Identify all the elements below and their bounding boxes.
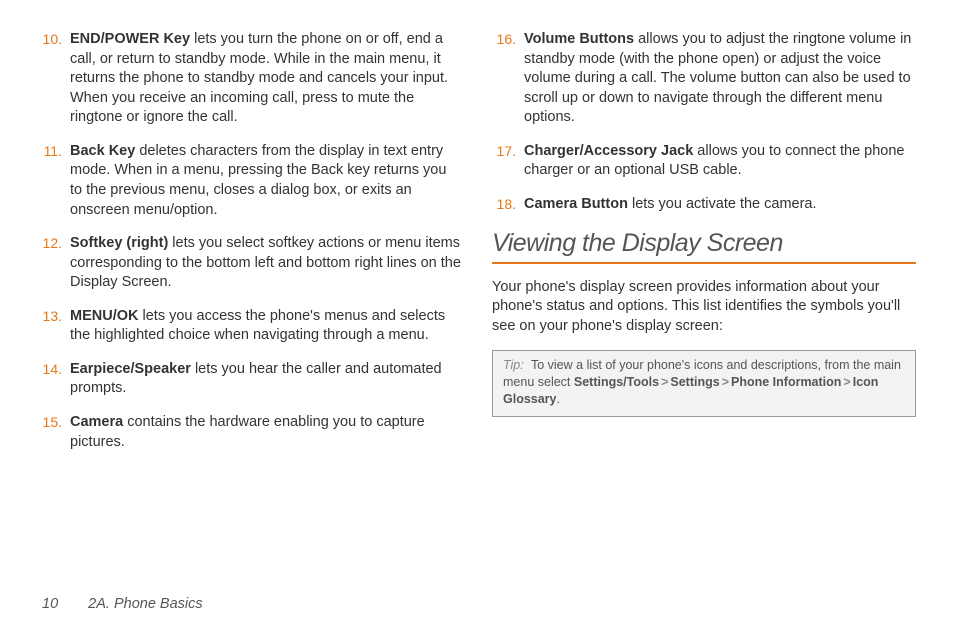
item-number: 11. (38, 142, 70, 220)
list-item: 16. Volume Buttons allows you to adjust … (492, 30, 916, 128)
item-number: 18. (492, 195, 524, 215)
page-footer: 10 2A. Phone Basics (42, 596, 203, 612)
tip-path: Phone Information (731, 375, 841, 389)
item-number: 13. (38, 307, 70, 346)
item-body: Back Key deletes characters from the dis… (70, 142, 462, 220)
item-key: Camera (70, 414, 123, 430)
item-body: Volume Buttons allows you to adjust the … (524, 30, 916, 128)
item-body: Camera Button lets you activate the came… (524, 195, 916, 215)
page-number: 10 (42, 596, 58, 612)
chevron-right-icon: > (841, 375, 852, 389)
item-number: 12. (38, 234, 70, 293)
item-body: Softkey (right) lets you select softkey … (70, 234, 462, 293)
list-item: 12. Softkey (right) lets you select soft… (38, 234, 462, 293)
section-rule (492, 262, 916, 264)
tip-path: Settings/Tools (574, 375, 659, 389)
tip-box: Tip: To view a list of your phone's icon… (492, 350, 916, 417)
tip-label: Tip: (503, 358, 528, 372)
list-item: 17. Charger/Accessory Jack allows you to… (492, 142, 916, 181)
item-body: MENU/OK lets you access the phone's menu… (70, 307, 462, 346)
list-item: 14. Earpiece/Speaker lets you hear the c… (38, 360, 462, 399)
chevron-right-icon: > (659, 375, 670, 389)
section-intro: Your phone's display screen provides inf… (492, 278, 916, 337)
item-number: 17. (492, 142, 524, 181)
item-key: Charger/Accessory Jack (524, 143, 693, 159)
item-number: 16. (492, 30, 524, 128)
item-number: 14. (38, 360, 70, 399)
item-number: 15. (38, 413, 70, 452)
item-body: Earpiece/Speaker lets you hear the calle… (70, 360, 462, 399)
item-key: Volume Buttons (524, 31, 634, 47)
item-text: contains the hardware enabling you to ca… (70, 414, 425, 450)
item-key: Earpiece/Speaker (70, 361, 191, 377)
list-item: 11. Back Key deletes characters from the… (38, 142, 462, 220)
item-key: END/POWER Key (70, 31, 190, 47)
tip-path: Settings (670, 375, 719, 389)
list-item: 13. MENU/OK lets you access the phone's … (38, 307, 462, 346)
list-item: 15. Camera contains the hardware enablin… (38, 413, 462, 452)
list-item: 10. END/POWER Key lets you turn the phon… (38, 30, 462, 128)
item-body: Charger/Accessory Jack allows you to con… (524, 142, 916, 181)
right-column: 16. Volume Buttons allows you to adjust … (492, 30, 916, 466)
chevron-right-icon: > (720, 375, 731, 389)
item-key: Softkey (right) (70, 235, 168, 251)
item-body: Camera contains the hardware enabling yo… (70, 413, 462, 452)
page-content: 10. END/POWER Key lets you turn the phon… (38, 30, 916, 466)
item-key: Camera Button (524, 196, 628, 212)
left-column: 10. END/POWER Key lets you turn the phon… (38, 30, 462, 466)
section-heading: Viewing the Display Screen (492, 229, 916, 258)
item-body: END/POWER Key lets you turn the phone on… (70, 30, 462, 128)
item-key: Back Key (70, 143, 135, 159)
chapter-title: 2A. Phone Basics (88, 596, 202, 612)
tip-trail: . (557, 392, 560, 406)
item-number: 10. (38, 30, 70, 128)
list-item: 18. Camera Button lets you activate the … (492, 195, 916, 215)
item-text: lets you activate the camera. (628, 196, 817, 212)
item-key: MENU/OK (70, 308, 138, 324)
